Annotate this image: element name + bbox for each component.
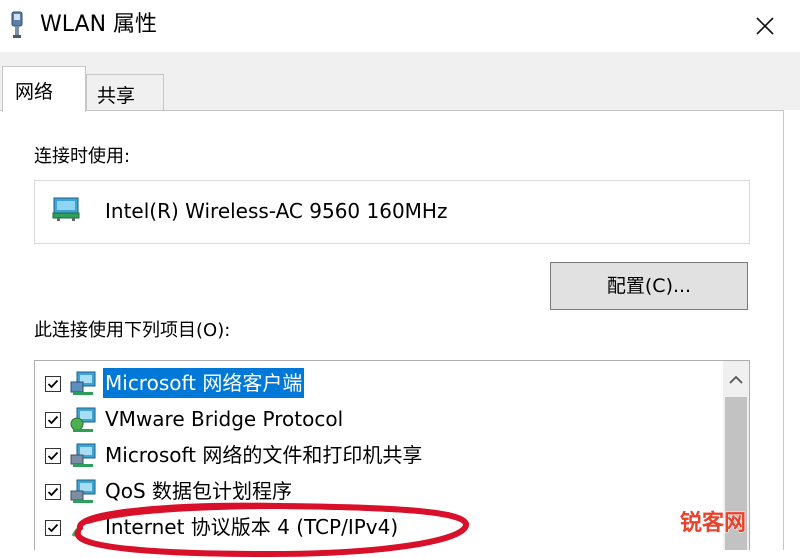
items-listbox[interactable]: Microsoft 网络客户端 VMware Bridge Protocol M… [34,360,750,550]
adapter-name: Intel(R) Wireless-AC 9560 160MHz [105,199,448,223]
tab-network[interactable]: 网络 [2,66,86,112]
close-icon [756,17,774,35]
network-service-icon [70,443,96,467]
wlan-adapter-icon [11,11,23,38]
item-label: QoS 数据包计划程序 [105,479,293,503]
tab-network-label: 网络 [15,81,54,103]
item-checkbox[interactable] [45,412,61,428]
item-label: Internet 协议版本 4 (TCP/IPv4) [105,515,399,539]
item-checkbox[interactable] [45,484,61,500]
network-protocol-icon [70,407,96,432]
list-item[interactable]: VMware Bridge Protocol [35,403,725,437]
item-label: VMware Bridge Protocol [105,407,344,431]
chevron-up-icon [729,375,743,384]
checkmark-icon [47,523,59,533]
title-bar: WLAN 属性 [0,0,800,52]
item-checkbox[interactable] [45,520,61,536]
item-label: Microsoft 网络客户端 [103,368,305,398]
list-item[interactable]: Microsoft 网络客户端 [35,367,725,401]
network-protocol-icon [71,518,92,537]
svg-text:锐客网: 锐客网 [680,510,746,536]
list-item[interactable]: Microsoft 网络的文件和打印机共享 [35,439,725,473]
close-button[interactable] [740,4,790,48]
connect-using-label: 连接时使用: [34,146,131,167]
configure-button[interactable]: 配置(C)... [550,262,748,310]
checkmark-icon [47,415,59,425]
item-checkbox[interactable] [45,448,61,464]
checkmark-icon [47,379,59,389]
window-title: WLAN 属性 [40,12,158,37]
tab-sharing-label: 共享 [97,85,136,107]
checkmark-icon [47,451,59,461]
list-item[interactable]: QoS 数据包计划程序 [35,475,725,509]
adapter-field: Intel(R) Wireless-AC 9560 160MHz [34,180,750,244]
item-label: Microsoft 网络的文件和打印机共享 [105,443,423,467]
scroll-up-button[interactable] [723,367,749,393]
tab-sharing[interactable]: 共享 [86,74,164,110]
network-adapter-icon [52,197,80,221]
network-client-icon [70,371,96,395]
list-item[interactable]: Internet 协议版本 4 (TCP/IPv4) [35,511,725,545]
items-list-label: 此连接使用下列项目(O): [34,320,231,341]
item-checkbox[interactable] [45,376,61,392]
watermark-logo: 锐客网 [680,510,747,537]
checkmark-icon [47,487,59,497]
network-service-icon [70,479,96,503]
